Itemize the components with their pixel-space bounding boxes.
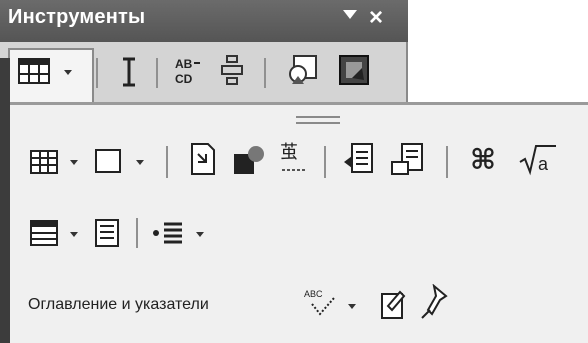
square-root-icon[interactable]: a [518, 142, 558, 178]
separator [166, 146, 168, 178]
spell-pen-icon[interactable]: ABC [300, 286, 338, 324]
left-edge-bar [0, 58, 10, 343]
separator [324, 146, 326, 178]
separator [136, 218, 138, 248]
chevron-down-icon[interactable] [64, 70, 72, 75]
doc-copy-icon[interactable] [390, 142, 426, 178]
close-icon[interactable]: × [369, 4, 383, 32]
wrap-icon[interactable] [218, 54, 246, 88]
highlight-icon[interactable] [232, 142, 266, 178]
toolbar-window: Инструменты × AB CD 茧 ⌘ a Оглавление и у… [0, 0, 588, 343]
list-bullets-icon[interactable] [152, 220, 186, 248]
table-icon[interactable] [18, 58, 52, 86]
image-dark-icon[interactable] [338, 54, 372, 88]
separator [446, 146, 448, 178]
svg-text:a: a [538, 154, 549, 174]
note-icon[interactable] [342, 142, 376, 178]
chevron-down-icon[interactable] [196, 232, 204, 237]
list-doc-icon[interactable] [94, 218, 122, 248]
svg-text:ABC: ABC [304, 289, 323, 299]
toc-label: Оглавление и указатели [28, 296, 209, 313]
hyperlink-doc-icon[interactable] [188, 142, 218, 178]
chevron-down-icon[interactable] [70, 232, 78, 237]
svg-text:AB: AB [175, 57, 193, 71]
svg-text:茧: 茧 [280, 142, 298, 162]
dropdown-arrow-icon[interactable] [343, 10, 357, 19]
chevron-down-icon[interactable] [70, 160, 78, 165]
window-title: Инструменты [8, 6, 146, 28]
drag-handle[interactable] [296, 116, 340, 124]
top-toolbar-row: AB CD [0, 42, 408, 104]
title-bar[interactable]: Инструменты × [0, 0, 408, 42]
picture-icon[interactable] [284, 54, 320, 88]
text-cursor-icon[interactable] [118, 56, 140, 88]
edit-note-icon[interactable] [378, 286, 408, 322]
command-icon[interactable]: ⌘ [470, 143, 496, 176]
table-grid-icon[interactable] [30, 150, 60, 176]
divider [10, 102, 588, 105]
svg-text:CD: CD [175, 72, 193, 86]
pin-icon[interactable] [418, 284, 450, 322]
separator [156, 58, 158, 88]
border-box-icon[interactable] [94, 148, 124, 176]
table-list-icon[interactable] [30, 220, 60, 248]
separator [264, 58, 266, 88]
spellcheck-abc-icon[interactable]: AB CD [172, 54, 202, 88]
chevron-down-icon[interactable] [136, 160, 144, 165]
separator [96, 58, 98, 88]
chevron-down-icon[interactable] [348, 304, 356, 309]
text-effects-icon[interactable]: 茧 [278, 140, 310, 178]
